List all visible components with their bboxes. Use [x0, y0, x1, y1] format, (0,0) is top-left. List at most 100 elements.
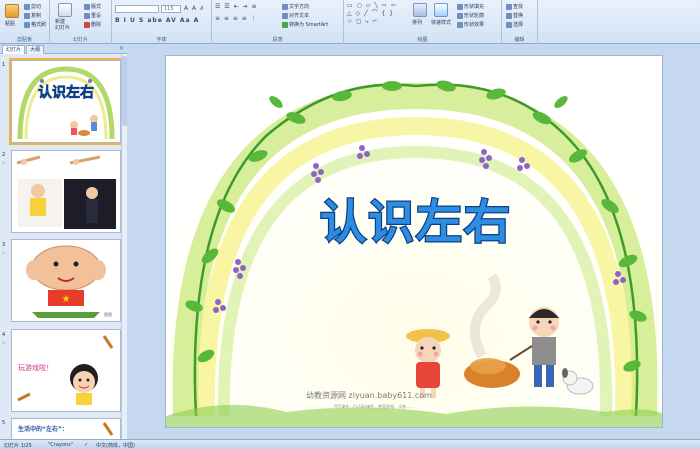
paste-button[interactable]: 粘贴: [5, 20, 15, 27]
smartart-icon: [282, 21, 288, 28]
quick-styles-icon[interactable]: [434, 3, 448, 17]
watermark-sub: PPT课件、FLASH课件、教案随笔、试卷……: [334, 403, 414, 409]
panel-scrollbar-thumb[interactable]: [122, 56, 127, 126]
slide-artwork: 认识左右 幼教资源网 ziyuan.baby611.com PPT课件、FLAS…: [166, 56, 662, 427]
slide-title[interactable]: 认识左右: [319, 194, 512, 251]
new-slide-label: 新建 幻灯片: [55, 19, 71, 31]
layout-button[interactable]: 版式: [84, 3, 101, 10]
text-direction-button[interactable]: 文字方向: [282, 3, 309, 10]
thumb-3-art: ★ 图图: [12, 240, 120, 321]
delete-button[interactable]: 删除: [84, 21, 101, 28]
shape-outline-button[interactable]: 形状轮廓: [457, 12, 484, 19]
watermark-main: 幼教资源网 ziyuan.baby611.com: [306, 390, 432, 400]
paragraph-group-label: 段落: [272, 37, 283, 43]
thumb-5-art: 生活中的“左右”：: [12, 419, 120, 439]
reset-icon: [84, 12, 90, 19]
paint-bucket-icon: [457, 3, 463, 10]
shape-fill-button[interactable]: 形状填充: [457, 3, 484, 10]
select-button[interactable]: 选择: [506, 21, 523, 28]
paste-icon[interactable]: [5, 4, 19, 18]
font-size-value: 115: [164, 6, 174, 12]
copy-icon: [24, 12, 30, 19]
font-format-buttons[interactable]: B I U S abe AV Aa A: [115, 17, 199, 24]
quick-styles-label: 快速样式: [431, 20, 452, 26]
format-painter-button[interactable]: 格式刷: [24, 21, 46, 28]
slide-number-1: 1: [2, 62, 6, 68]
align-text-label: 对齐文本: [289, 13, 310, 19]
slides-panel: 幻灯片 大纲 × 1 认识左右 2 ✩ 3 ✩ ★ 图图 4 ✩ 玩游戏啦！ 5…: [0, 44, 127, 439]
slide-thumbnail-4[interactable]: 玩游戏啦！: [11, 329, 121, 412]
drawing-group: ▭ ○ ▱ ╲ ⇨ ⇦ △ ◇ ╱ ⌒ { } ☆ ◻ ⤷ ⌐ 排列 快速样式 …: [344, 0, 502, 44]
current-slide[interactable]: 认识左右 幼教资源网 ziyuan.baby611.com PPT课件、FLAS…: [165, 55, 663, 428]
slides-group: 新建 幻灯片 版式 重设 删除 幻灯片: [50, 0, 112, 44]
svg-text:★: ★: [62, 294, 71, 305]
slide-number-2: 2: [2, 152, 6, 158]
arrange-icon[interactable]: [413, 3, 427, 17]
format-painter-label: 格式刷: [31, 22, 47, 28]
text-direction-icon: [282, 3, 288, 10]
drawing-group-label: 绘图: [417, 37, 428, 43]
reset-button[interactable]: 重设: [84, 12, 101, 19]
font-group: 115 A A ∂ B I U S abe AV Aa A 字体: [112, 0, 212, 44]
thumb-4-art: 玩游戏啦！: [12, 330, 120, 411]
tab-slides[interactable]: 幻灯片: [2, 45, 26, 54]
font-size-box[interactable]: 115: [161, 5, 181, 13]
cut-label: 剪切: [31, 4, 42, 10]
arrange-button[interactable]: 排列: [412, 19, 422, 26]
arrange-label: 排列: [412, 20, 423, 26]
thumb-4-title: 玩游戏啦！: [18, 363, 53, 372]
animation-star-icon: ✩: [2, 250, 6, 255]
clipboard-group-label: 剪贴板: [16, 37, 32, 43]
paragraph-group: ☰ ☰ ⇤ ⇥ ≡ ≡ ≡ ≡ ≡ ⋮ 文字方向 对齐文本 转换为 SmartA…: [212, 0, 344, 44]
layout-icon: [84, 3, 90, 10]
pen-icon: [457, 12, 463, 19]
panel-tabs: 幻灯片 大纲 ×: [0, 44, 127, 54]
replace-button[interactable]: 替换: [506, 12, 523, 19]
thumb-1-art: 认识左右: [12, 61, 120, 142]
align-buttons[interactable]: ≡ ≡ ≡ ≡ ⋮: [215, 15, 258, 22]
animation-star-icon: ✩: [2, 340, 6, 345]
find-label: 查找: [513, 4, 524, 10]
svg-text:图图: 图图: [104, 311, 112, 317]
shape-outline-label: 形状轮廓: [464, 13, 485, 19]
animation-star-icon: ✩: [2, 160, 6, 165]
delete-label: 删除: [91, 22, 102, 28]
smartart-button[interactable]: 转换为 SmartArt: [282, 21, 328, 28]
shape-effects-button[interactable]: 形状效果: [457, 21, 484, 28]
spellcheck-icon[interactable]: ✓: [84, 442, 88, 448]
cut-button[interactable]: 剪切: [24, 3, 41, 10]
paste-label: 粘贴: [5, 21, 16, 27]
close-icon[interactable]: ×: [119, 45, 124, 52]
replace-label: 替换: [513, 13, 524, 19]
delete-icon: [84, 21, 90, 28]
slide-counter: 幻灯片 1/25: [4, 443, 32, 449]
new-slide-icon[interactable]: [58, 3, 72, 17]
align-text-button[interactable]: 对齐文本: [282, 12, 309, 19]
slide-thumbnail-1[interactable]: 认识左右: [9, 58, 123, 145]
align-text-icon: [282, 12, 288, 19]
slide-number-3: 3: [2, 242, 6, 248]
panel-scrollbar[interactable]: [121, 54, 127, 439]
copy-button[interactable]: 复制: [24, 12, 41, 19]
thumb-5-title: 生活中的“左右”：: [18, 425, 68, 433]
slide-thumbnail-2[interactable]: [11, 150, 121, 233]
quick-styles-button[interactable]: 快速样式: [431, 19, 451, 26]
list-buttons[interactable]: ☰ ☰ ⇤ ⇥ ≡: [215, 3, 257, 10]
slide-thumbnail-5[interactable]: 生活中的“左右”：: [11, 418, 121, 439]
language-indicator[interactable]: 中文(简体，中国): [96, 442, 135, 449]
copy-label: 复制: [31, 13, 42, 19]
slide-editing-area: 认识左右 幼教资源网 ziyuan.baby611.com PPT课件、FLAS…: [128, 44, 700, 439]
font-name-box[interactable]: [115, 5, 159, 13]
font-group-label: 字体: [156, 37, 167, 43]
effects-icon: [457, 21, 463, 28]
font-size-buttons[interactable]: A A ∂: [184, 5, 204, 12]
find-button[interactable]: 查找: [506, 3, 523, 10]
shape-gallery[interactable]: ▭ ○ ▱ ╲ ⇨ ⇦ △ ◇ ╱ ⌒ { } ☆ ◻ ⤷ ⌐: [347, 2, 403, 26]
thumb-2-art: [12, 151, 120, 232]
slide-thumbnail-3[interactable]: ★ 图图: [11, 239, 121, 322]
scissors-icon: [24, 3, 30, 10]
select-label: 选择: [513, 22, 524, 28]
slide-number-5: 5: [2, 420, 6, 426]
new-slide-button[interactable]: 新建 幻灯片: [55, 19, 70, 31]
tab-outline[interactable]: 大纲: [26, 45, 45, 54]
